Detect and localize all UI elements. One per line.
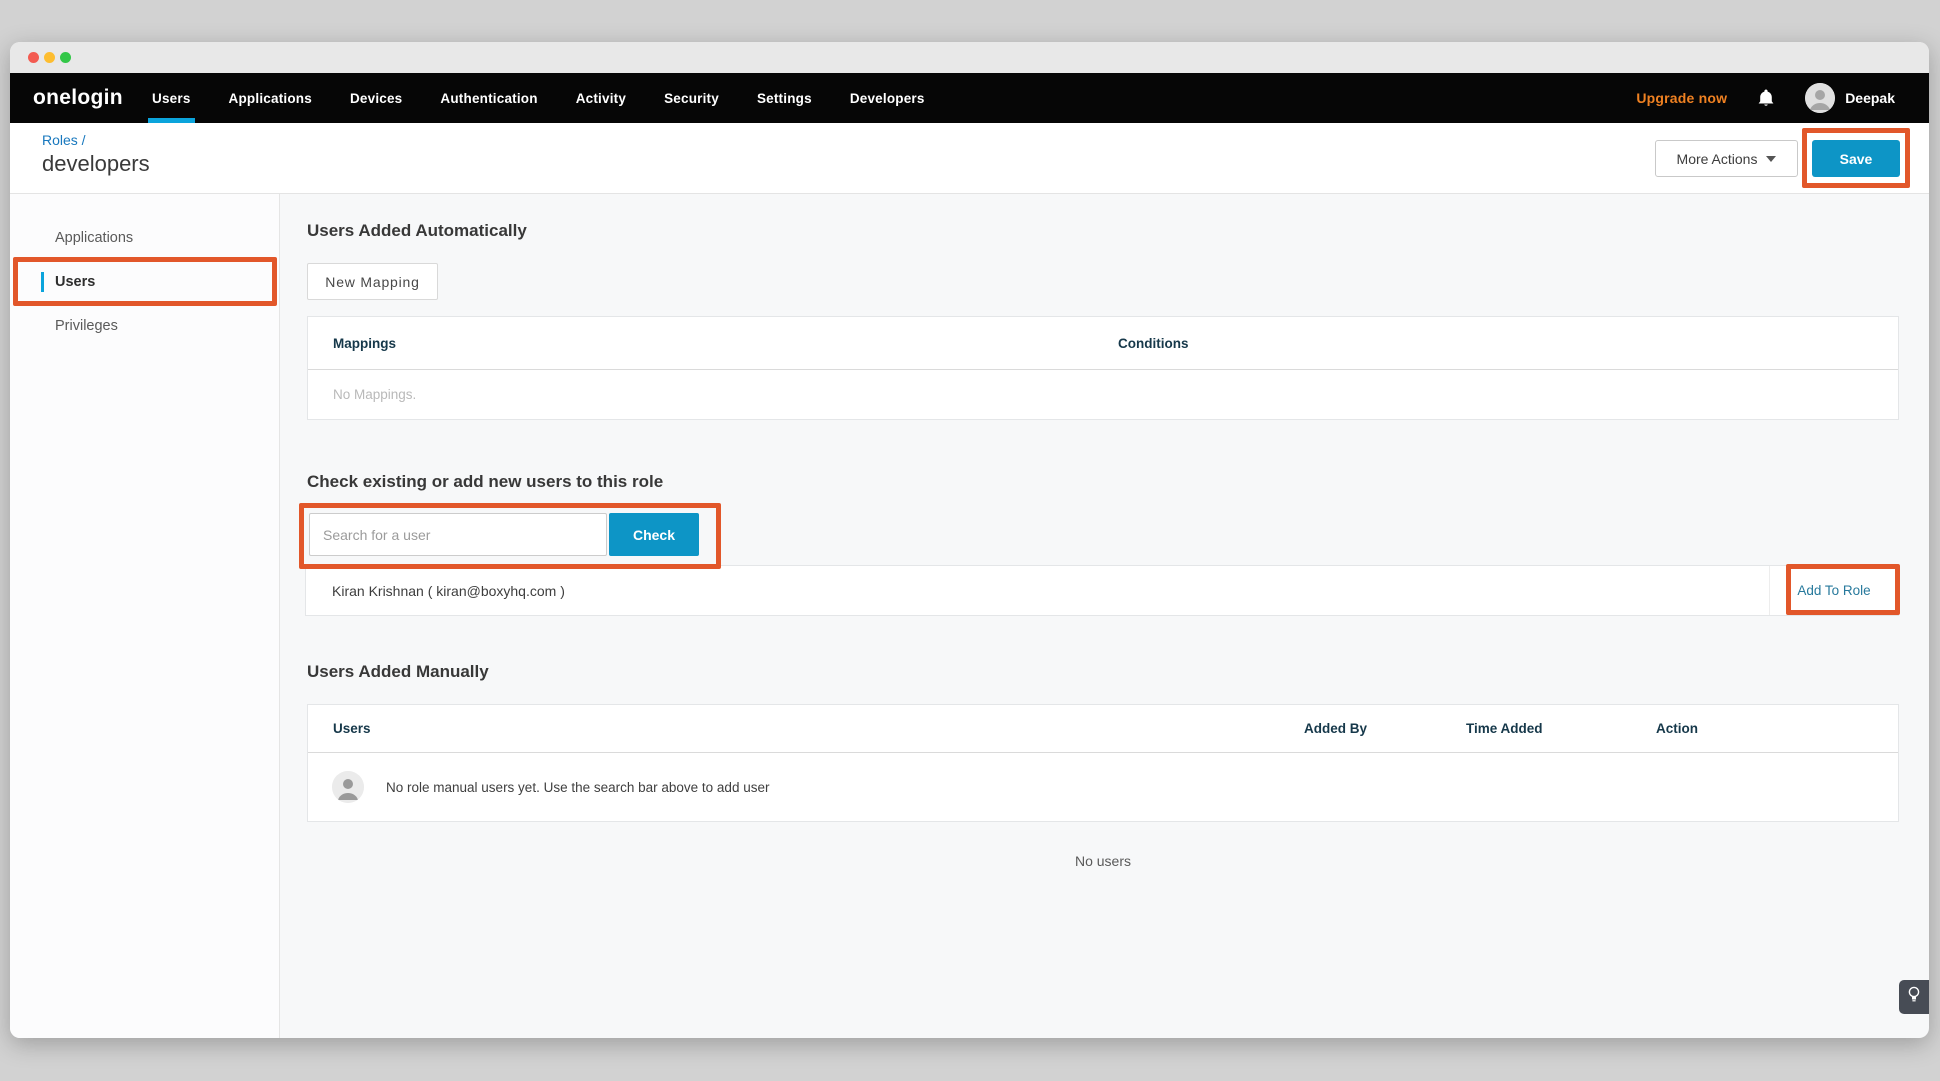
mappings-table: Mappings Conditions No Mappings.: [307, 316, 1899, 420]
nav-item-authentication[interactable]: Authentication: [438, 73, 539, 123]
section-title-check-existing: Check existing or add new users to this …: [307, 472, 663, 492]
page-header: Roles / developers More Actions Save: [10, 123, 1929, 194]
mappings-table-header: Mappings Conditions: [308, 317, 1898, 370]
nav-item-applications[interactable]: Applications: [227, 73, 314, 123]
user-name-label: Deepak: [1845, 90, 1895, 106]
onelogin-logo[interactable]: onelogin: [33, 73, 123, 123]
close-window-button[interactable]: [28, 52, 39, 63]
section-title-users-added-manually: Users Added Manually: [307, 662, 489, 682]
nav-menu: Users Applications Devices Authenticatio…: [150, 73, 927, 123]
new-mapping-button[interactable]: New Mapping: [307, 263, 438, 300]
nav-item-settings[interactable]: Settings: [755, 73, 814, 123]
save-button[interactable]: Save: [1812, 140, 1900, 177]
upgrade-now-link[interactable]: Upgrade now: [1636, 90, 1727, 106]
add-to-role-link[interactable]: Add To Role: [1797, 583, 1870, 598]
minimize-window-button[interactable]: [44, 52, 55, 63]
role-sidebar: Applications Users Privileges: [10, 194, 280, 1038]
manual-users-empty-state: No role manual users yet. Use the search…: [308, 753, 1898, 821]
notifications-bell-icon[interactable]: [1757, 88, 1775, 108]
nav-item-devices[interactable]: Devices: [348, 73, 404, 123]
active-item-accent-bar: [41, 272, 44, 292]
user-avatar-icon: [1805, 83, 1835, 113]
placeholder-avatar-icon: [332, 771, 364, 803]
manual-users-table: Users Added By Time Added Action No role…: [307, 704, 1899, 822]
desktop: { "navbar": { "logo": "onelogin", "items…: [0, 0, 1940, 1081]
sidebar-item-privileges[interactable]: Privileges: [10, 304, 279, 348]
sidebar-item-applications[interactable]: Applications: [10, 216, 279, 260]
column-header-time-added: Time Added: [1466, 705, 1543, 752]
column-header-mappings: Mappings: [333, 317, 396, 369]
result-action-cell: Add To Role: [1769, 566, 1898, 615]
nav-item-security[interactable]: Security: [662, 73, 721, 123]
column-header-users: Users: [333, 705, 371, 752]
nav-item-developers[interactable]: Developers: [848, 73, 927, 123]
user-menu[interactable]: Deepak: [1805, 83, 1895, 113]
zoom-window-button[interactable]: [60, 52, 71, 63]
browser-window: onelogin Users Applications Devices Auth…: [10, 42, 1929, 1038]
nav-item-activity[interactable]: Activity: [574, 73, 628, 123]
column-header-added-by: Added By: [1304, 705, 1367, 752]
navbar-right-cluster: Upgrade now Deepak: [1636, 73, 1895, 123]
page-title: developers: [42, 151, 150, 177]
column-header-conditions: Conditions: [1118, 317, 1189, 369]
no-users-label: No users: [307, 853, 1899, 869]
lightbulb-icon: [1908, 986, 1920, 1008]
user-search-result-row: Kiran Krishnan ( kiran@boxyhq.com ) Add …: [305, 565, 1899, 616]
chevron-down-icon: [1766, 156, 1776, 162]
more-actions-button[interactable]: More Actions: [1655, 140, 1798, 177]
window-titlebar: [10, 42, 1929, 73]
nav-item-users[interactable]: Users: [150, 73, 193, 123]
top-navbar: onelogin Users Applications Devices Auth…: [10, 73, 1929, 123]
mappings-empty-state: No Mappings.: [308, 370, 1898, 419]
column-header-action: Action: [1656, 705, 1698, 752]
sidebar-item-users-label: Users: [55, 274, 95, 290]
more-actions-label: More Actions: [1677, 151, 1758, 167]
check-button[interactable]: Check: [609, 513, 699, 556]
feedback-tab[interactable]: [1899, 980, 1929, 1014]
search-user-input[interactable]: [309, 513, 607, 556]
result-user-label: Kiran Krishnan ( kiran@boxyhq.com ): [306, 583, 565, 599]
sidebar-item-users[interactable]: Users: [10, 260, 279, 304]
breadcrumb[interactable]: Roles /: [42, 132, 86, 148]
manual-users-table-header: Users Added By Time Added Action: [308, 705, 1898, 753]
section-title-users-added-automatically: Users Added Automatically: [307, 221, 527, 241]
manual-users-empty-text: No role manual users yet. Use the search…: [308, 780, 769, 795]
